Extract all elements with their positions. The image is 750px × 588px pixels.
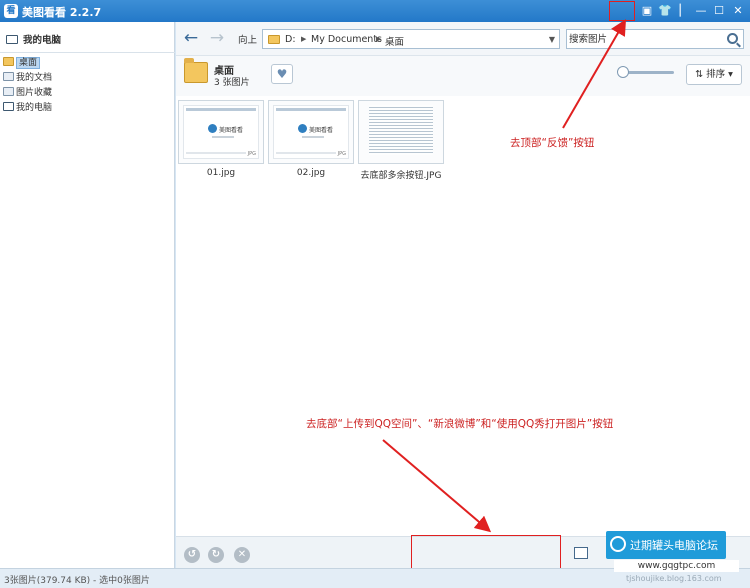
- logo-icon: [610, 536, 626, 552]
- watermark-badge: 过期罐头电脑论坛: [606, 531, 726, 559]
- arrow-to-feedback: [562, 19, 627, 129]
- watermark-url: www.gqgtpc.com: [614, 560, 739, 572]
- annotation-top: 去顶部“反馈”按钮: [510, 137, 595, 149]
- arrow-to-bottom-buttons: [382, 439, 492, 533]
- watermark-blog-url: tjshoujike.blog.163.com: [626, 574, 722, 583]
- annotation-arrows: [382, 19, 627, 533]
- annotation-bottom: 去底部“上传到QQ空间”、“新浪微博”和“使用QQ秀打开图片”按钮: [306, 418, 614, 430]
